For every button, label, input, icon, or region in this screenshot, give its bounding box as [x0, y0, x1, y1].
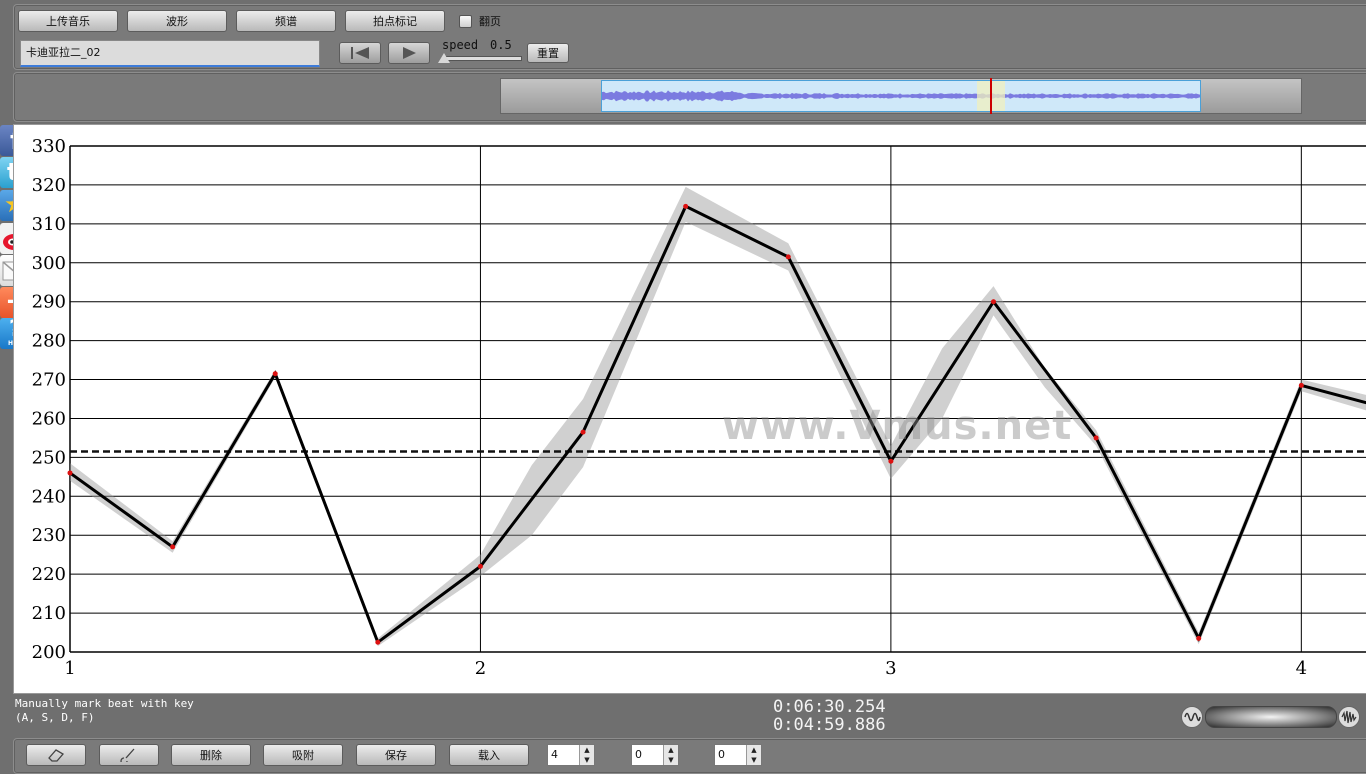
x-tick-label: 2 [475, 658, 486, 679]
pitch-series-line [69, 204, 1366, 645]
save-button[interactable]: 保存 [356, 744, 436, 766]
pitch-point [990, 299, 996, 305]
y-tick-label: 220 [32, 564, 66, 585]
y-tick-label: 270 [32, 370, 66, 391]
waveform-visible-range[interactable] [601, 78, 1201, 114]
waveform-overview-panel [13, 72, 1366, 122]
waveform-track[interactable] [500, 78, 1302, 114]
speed-label: speed [442, 38, 479, 52]
time-current: 0:04:59.886 [773, 715, 886, 735]
pitch-point [477, 563, 483, 569]
pitch-chart[interactable]: 200 210 220 230 240 250 260 270 280 290 300 310 320 3… [14, 125, 1366, 688]
x-tick-label: 4 [1296, 658, 1307, 679]
brush-icon [120, 748, 135, 765]
snap-button[interactable]: 吸附 [263, 744, 343, 766]
volume-slider[interactable] [1205, 706, 1337, 728]
stepper-up-icon[interactable]: ▲ [747, 745, 761, 755]
song-title-field[interactable]: 卡迪亚拉二_02 [20, 40, 320, 67]
speed-slider-track[interactable] [442, 56, 522, 61]
stepper-2[interactable]: 0 ▲ ▼ [631, 744, 679, 766]
pitch-point [888, 458, 894, 464]
speed-value: 0.5 [490, 38, 512, 52]
pitch-point [1298, 382, 1304, 388]
stepper-up-icon[interactable]: ▲ [580, 745, 594, 755]
y-tick-label: 250 [32, 447, 66, 468]
play-button[interactable] [388, 42, 430, 64]
eraser-icon [48, 749, 65, 762]
waveform-graphic [602, 90, 1200, 102]
beat-mark-button[interactable]: 拍点标记 [345, 10, 445, 32]
waveform-small-icon[interactable] [1181, 706, 1203, 728]
play-icon [403, 47, 416, 59]
y-tick-label: 310 [32, 214, 66, 235]
reset-button[interactable]: 重置 [527, 43, 569, 63]
skip-back-icon [351, 47, 369, 59]
x-tick-label: 1 [64, 658, 75, 679]
stepper-up-icon[interactable]: ▲ [664, 745, 678, 755]
speed-slider-handle[interactable] [438, 53, 450, 63]
stepper-3-value: 0 [718, 748, 725, 761]
x-tick-label: 3 [885, 658, 896, 679]
top-toolbar: 上传音乐 波形 频谱 拍点标记 翻页 卡迪亚拉二_02 speed 0.5 重置 [13, 4, 1366, 70]
stepper-down-icon[interactable]: ▼ [664, 755, 678, 765]
rewind-button[interactable] [339, 42, 381, 64]
pitch-chart-panel: 200 210 220 230 240 250 260 270 280 290 300 310 320 3… [13, 124, 1366, 694]
watermark: www.Vmus.net [722, 403, 1073, 449]
upload-music-button[interactable]: 上传音乐 [18, 10, 118, 32]
pitch-point [375, 639, 381, 645]
stepper-1[interactable]: 4 ▲ ▼ [547, 744, 595, 766]
y-tick-label: 330 [32, 136, 66, 157]
y-tick-label: 240 [32, 486, 66, 507]
y-tick-label: 290 [32, 292, 66, 313]
pitch-point [1196, 635, 1202, 641]
waveform-button[interactable]: 波形 [127, 10, 227, 32]
stepper-2-value: 0 [635, 748, 642, 761]
y-tick-label: 210 [32, 603, 66, 624]
pitch-point [683, 203, 689, 209]
stepper-1-value: 4 [551, 748, 558, 761]
pitch-point [170, 544, 176, 550]
spectrum-button[interactable]: 频谱 [236, 10, 336, 32]
brush-button[interactable] [99, 744, 159, 766]
pitch-point [272, 371, 278, 377]
page-turn-checkbox[interactable] [459, 15, 472, 28]
y-tick-label: 260 [32, 408, 66, 429]
y-tick-label: 300 [32, 253, 66, 274]
load-button[interactable]: 载入 [449, 744, 529, 766]
stepper-down-icon[interactable]: ▼ [580, 755, 594, 765]
stepper-3[interactable]: 0 ▲ ▼ [714, 744, 762, 766]
pitch-point [785, 254, 791, 260]
pitch-point [580, 429, 586, 435]
hint-text-line2: (A, S, D, F) [15, 711, 95, 724]
hint-text-line1: Manually mark beat with key [15, 697, 194, 710]
confidence-band [70, 186, 1366, 647]
pitch-point [67, 470, 73, 476]
y-tick-label: 280 [32, 331, 66, 352]
pitch-point [1093, 435, 1099, 441]
bottom-toolbar: 删除 吸附 保存 载入 4 ▲ ▼ 0 ▲ ▼ 0 ▲ ▼ [13, 738, 1366, 774]
eraser-button[interactable] [26, 744, 86, 766]
time-total: 0:06:30.254 [773, 697, 886, 717]
y-tick-label: 200 [32, 642, 66, 663]
page-turn-label: 翻页 [479, 15, 501, 28]
y-tick-label: 230 [32, 525, 66, 546]
stepper-down-icon[interactable]: ▼ [747, 755, 761, 765]
y-tick-label: 320 [32, 175, 66, 196]
spectrum-small-icon[interactable] [1338, 706, 1360, 728]
volume-control[interactable] [1181, 705, 1360, 728]
playhead-marker[interactable] [990, 78, 992, 114]
delete-button[interactable]: 删除 [171, 744, 251, 766]
